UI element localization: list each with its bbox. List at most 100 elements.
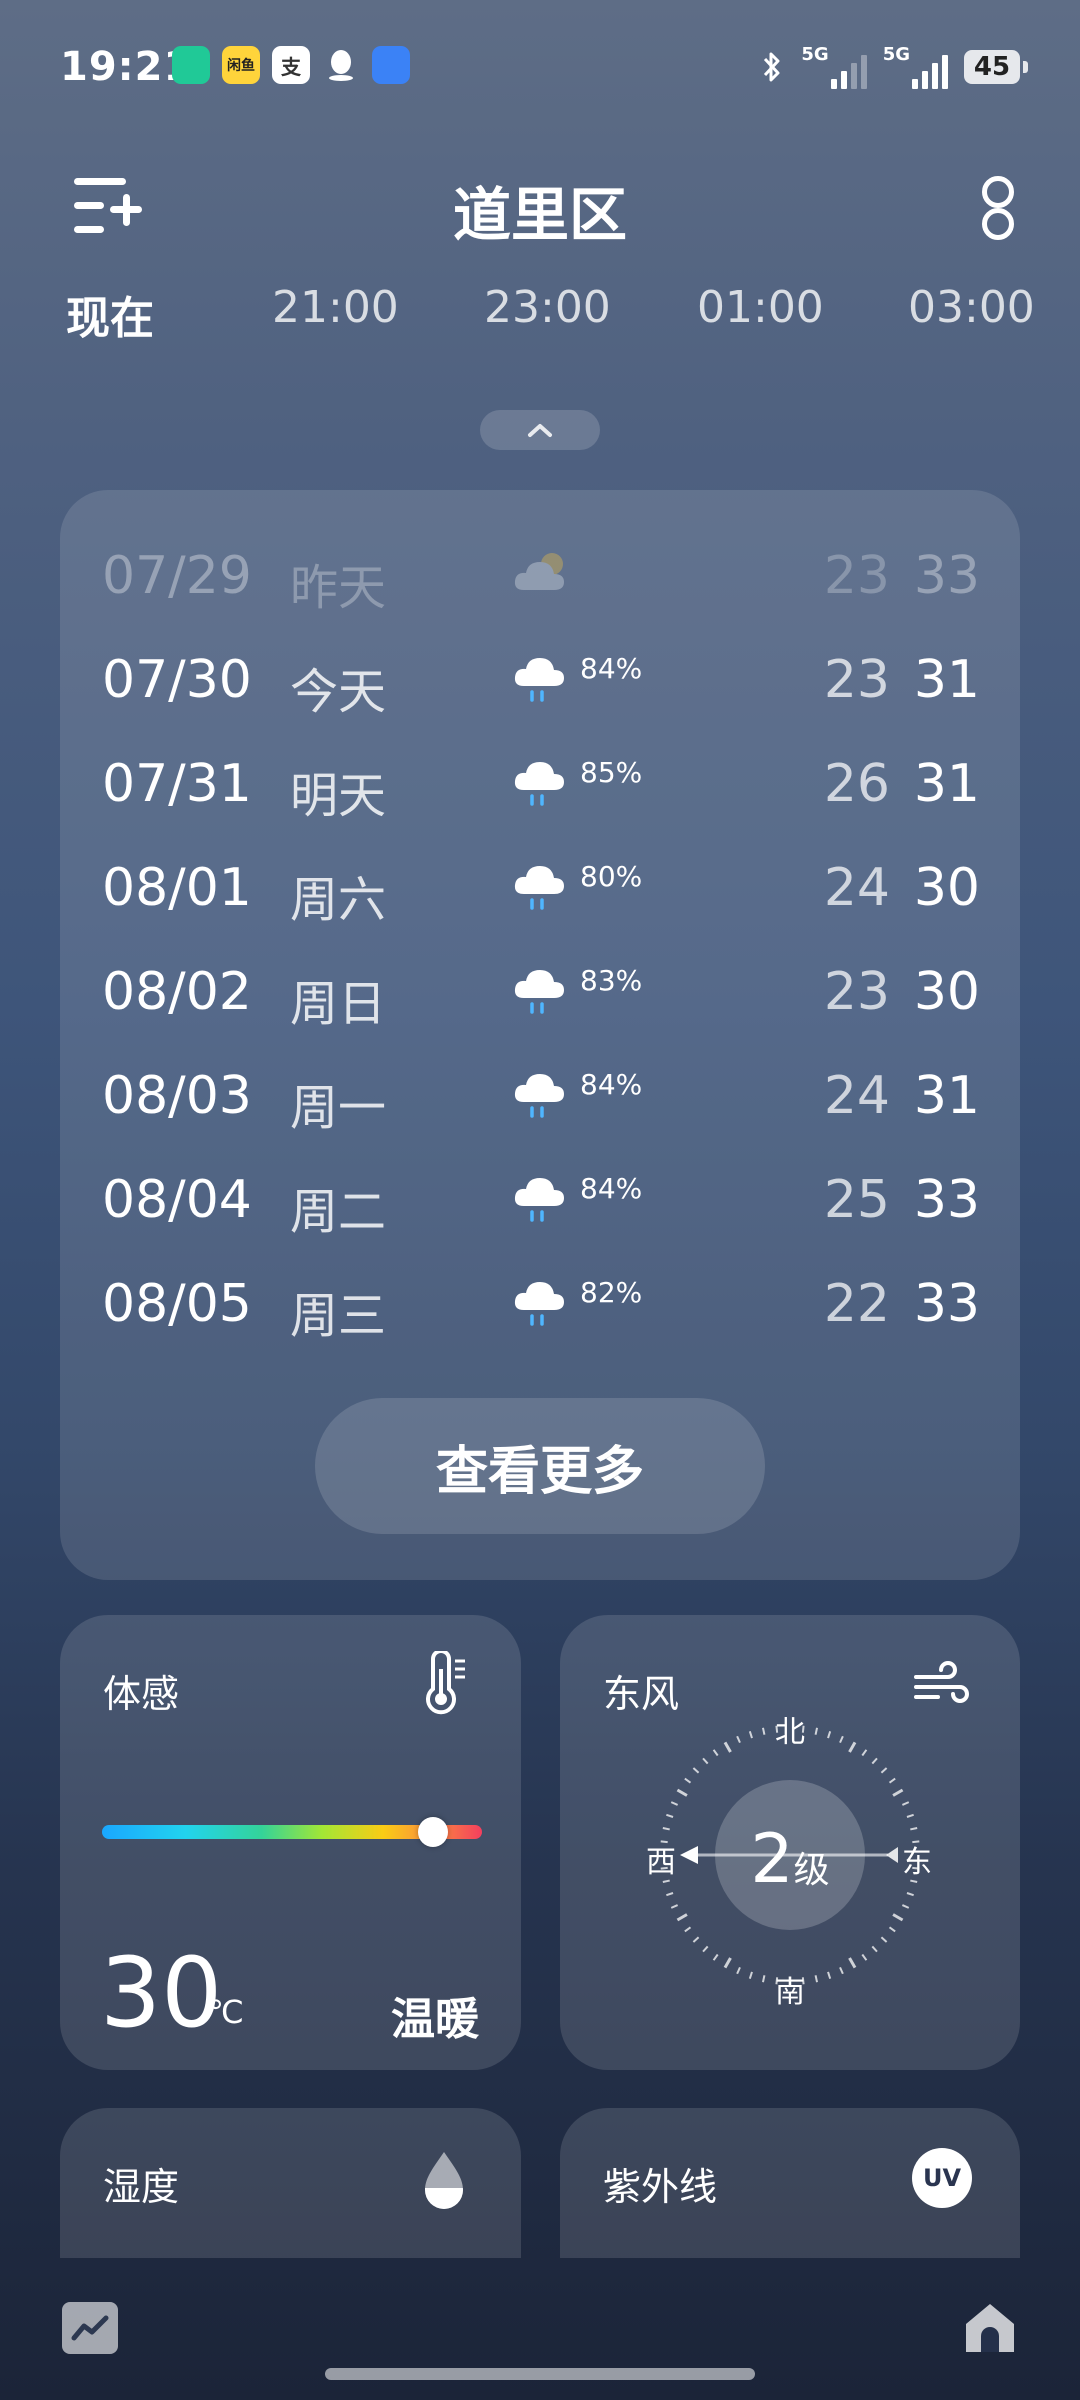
forecast-day: 今天 xyxy=(290,664,387,720)
forecast-row[interactable]: 08/02 周日 83% 23 30 xyxy=(60,938,1020,1042)
trend-icon xyxy=(71,2315,109,2341)
hour-item[interactable]: 01:00 xyxy=(697,282,824,333)
uv-icon: UV xyxy=(912,2148,972,2208)
water-drop-icon xyxy=(425,2152,463,2209)
hourly-strip[interactable]: 现在 21:00 23:00 01:00 03:00 xyxy=(0,282,1080,344)
compass-tick xyxy=(892,1788,904,1797)
compass-tick xyxy=(814,1975,819,1983)
compass-north: 北 xyxy=(775,1715,805,1750)
cloudy-sun-icon xyxy=(514,553,564,590)
forecast-row[interactable]: 08/05 周三 82% 22 33 xyxy=(60,1250,1020,1354)
compass-tick xyxy=(670,1801,679,1806)
more-options-button[interactable] xyxy=(970,172,1020,242)
rain-icon xyxy=(514,1178,564,1222)
city-title[interactable]: 道里区 xyxy=(0,168,1080,252)
see-more-button[interactable]: 查看更多 xyxy=(315,1398,765,1534)
wind-tail-icon xyxy=(886,1847,898,1863)
compass-tick xyxy=(736,1966,741,1975)
compass-tick xyxy=(888,1777,896,1784)
compass-tick xyxy=(901,1904,910,1909)
compass-tick xyxy=(848,1741,857,1753)
compass-tick xyxy=(702,1945,709,1953)
compass-tick xyxy=(906,1813,914,1818)
green-app-icon xyxy=(172,46,210,84)
forecast-row[interactable]: 07/31 明天 85% 26 31 xyxy=(60,730,1020,834)
rain-icon xyxy=(514,970,564,1014)
compass-tick xyxy=(712,1953,719,1961)
high-temp: 31 xyxy=(913,754,980,814)
rain-icon xyxy=(514,1074,564,1118)
high-temp: 30 xyxy=(913,858,980,918)
status-indicators: 5G 5G 45 xyxy=(759,44,1028,89)
forecast-day: 周一 xyxy=(290,1080,387,1136)
humidity-card[interactable]: 湿度 xyxy=(60,2108,521,2258)
compass-tick xyxy=(761,1975,766,1983)
compass-tick xyxy=(761,1727,766,1735)
forecast-row[interactable]: 08/04 周二 84% 25 33 xyxy=(60,1146,1020,1250)
high-temp: 31 xyxy=(913,1066,980,1126)
signal-sim2: 5G xyxy=(883,44,948,89)
compass-tick xyxy=(910,1826,918,1831)
forecast-date: 08/01 xyxy=(102,858,252,918)
compass-tick xyxy=(723,1741,732,1753)
feels-like-title: 体感 xyxy=(103,1672,180,1716)
high-temp: 33 xyxy=(913,1170,980,1230)
compass-tick xyxy=(906,1892,914,1897)
compass-tick xyxy=(662,1826,670,1831)
hour-item[interactable]: 23:00 xyxy=(484,282,611,333)
compass-tick xyxy=(827,1971,832,1979)
compass-tick xyxy=(684,1926,692,1933)
compass-tick xyxy=(861,1953,868,1961)
notification-icons: 闲鱼 支 xyxy=(172,46,410,84)
compass-tick xyxy=(666,1813,674,1818)
rain-probability: 84% xyxy=(580,1172,643,1205)
trend-chart-button[interactable] xyxy=(62,2302,118,2354)
low-temp: 23 xyxy=(823,962,890,1022)
status-bar: 19:21 闲鱼 支 5G 5G 45 xyxy=(0,0,1080,135)
rain-probability: 82% xyxy=(580,1276,643,1309)
bluetooth-icon xyxy=(764,52,780,81)
compass-tick xyxy=(839,1735,844,1744)
feels-like-value: 30 xyxy=(100,1937,223,2049)
forecast-row[interactable]: 08/01 周六 80% 24 30 xyxy=(60,834,1020,938)
wind-icon xyxy=(914,1661,969,1703)
chevron-up-icon xyxy=(528,424,552,437)
rain-probability: 84% xyxy=(580,652,643,685)
hour-item[interactable]: 21:00 xyxy=(272,282,399,333)
wind-card[interactable]: 东风 2级 北 南 西 东 xyxy=(560,1615,1020,2070)
high-temp: 33 xyxy=(913,1274,980,1334)
wind-arrow-icon xyxy=(680,1846,698,1864)
forecast-row[interactable]: 07/29 昨天 23 33 xyxy=(60,522,1020,626)
hour-item[interactable]: 03:00 xyxy=(908,282,1035,333)
low-temp: 26 xyxy=(823,754,890,814)
forecast-day: 周二 xyxy=(290,1184,387,1240)
compass-tick xyxy=(692,1936,700,1943)
home-indicator-bar[interactable] xyxy=(325,2368,755,2380)
wind-level-dial: 2级 xyxy=(715,1780,865,1930)
forecast-date: 08/02 xyxy=(102,962,252,1022)
yellow-app-icon: 闲鱼 xyxy=(222,46,260,84)
low-temp: 23 xyxy=(823,650,890,710)
more-dot-icon xyxy=(982,208,1014,240)
compass-tick xyxy=(901,1801,910,1806)
wind-level-unit: 级 xyxy=(793,1850,830,1891)
compass-tick xyxy=(666,1892,674,1897)
compass-tick xyxy=(880,1767,888,1774)
feels-like-card[interactable]: 体感 30 ℃ 温暖 xyxy=(60,1615,521,2070)
compass-west: 西 xyxy=(646,1845,676,1880)
uv-card[interactable]: 紫外线 UV xyxy=(560,2108,1020,2258)
forecast-day: 周三 xyxy=(290,1288,387,1344)
more-dot-icon xyxy=(982,176,1014,208)
signal-bars-icon xyxy=(912,53,948,89)
hour-now[interactable]: 现在 xyxy=(66,282,154,346)
compass-tick xyxy=(712,1749,719,1757)
compass-tick xyxy=(871,1945,878,1953)
home-button[interactable] xyxy=(960,2298,1020,2358)
forecast-row[interactable]: 07/30 今天 84% 23 31 xyxy=(60,626,1020,730)
forecast-date: 07/29 xyxy=(102,546,252,606)
compass-tick xyxy=(880,1936,888,1943)
collapse-handle[interactable] xyxy=(480,410,600,450)
feels-like-scale xyxy=(102,1817,482,1847)
forecast-row[interactable]: 08/03 周一 84% 24 31 xyxy=(60,1042,1020,1146)
wind-title: 东风 xyxy=(603,1672,680,1716)
